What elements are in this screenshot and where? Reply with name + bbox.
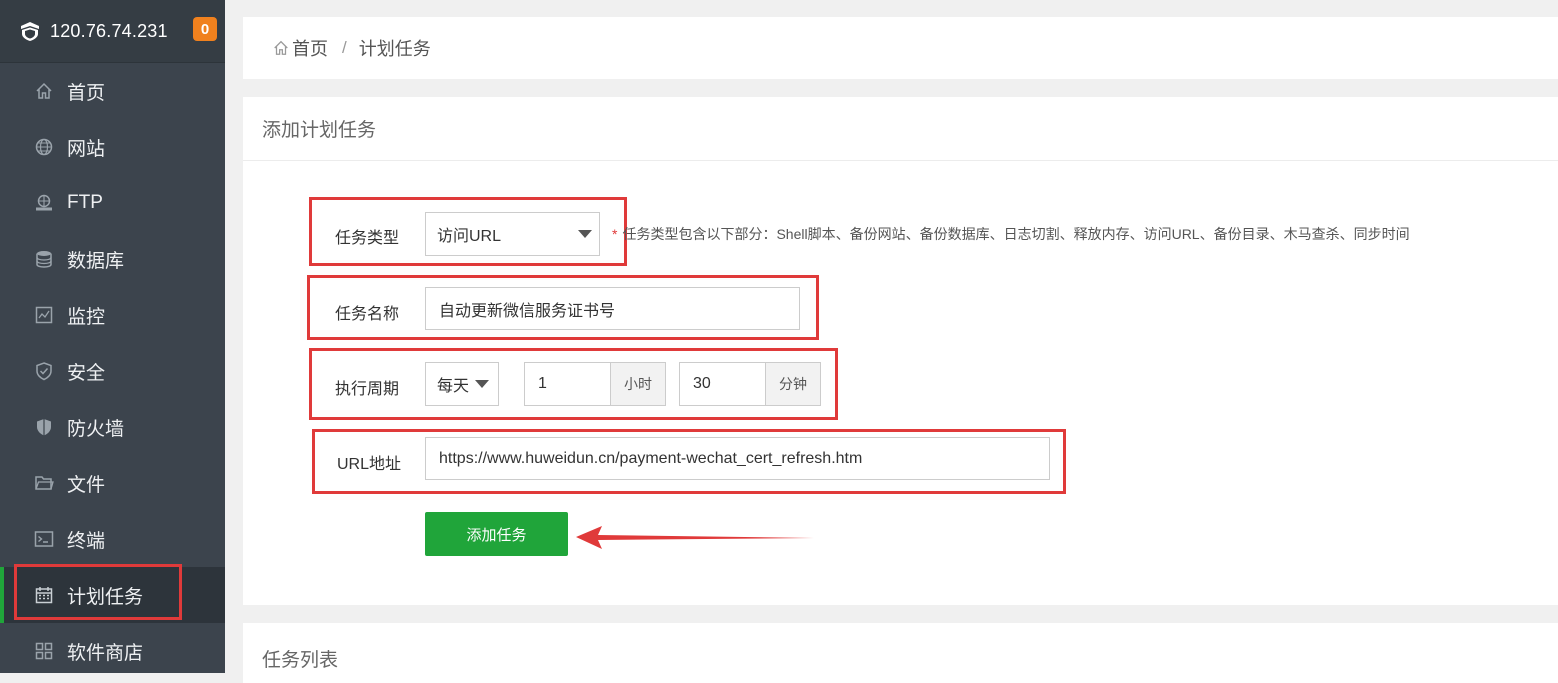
sidebar-item-firewall[interactable]: 防火墙	[0, 399, 225, 455]
sidebar-item-app-store[interactable]: 软件商店	[0, 623, 225, 679]
add-task-button[interactable]: 添加任务	[425, 512, 568, 556]
url-input[interactable]: https://www.huweidun.cn/payment-wechat_c…	[425, 437, 1050, 480]
notification-badge[interactable]: 0	[193, 17, 217, 41]
sidebar-item-label: 数据库	[67, 250, 125, 272]
chevron-down-icon	[475, 380, 489, 388]
firewall-shield-icon	[34, 417, 54, 437]
breadcrumb-current: 计划任务	[358, 39, 431, 59]
server-ip: 120.76.74.231	[50, 20, 168, 41]
panel-title: 添加计划任务	[243, 97, 1558, 161]
sidebar-item-home[interactable]: 首页	[0, 63, 225, 119]
breadcrumb: 首页 / 计划任务	[243, 17, 1558, 79]
server-header: 120.76.74.231 0	[0, 0, 225, 63]
sidebar-item-label: 防火墙	[67, 418, 125, 440]
apps-grid-icon	[34, 641, 54, 661]
period-freq-value: 每天	[437, 378, 470, 395]
monitor-icon	[34, 305, 54, 325]
shield-check-icon	[34, 361, 54, 381]
highlight-box-sidebar-cron	[14, 564, 182, 620]
sidebar-item-ftp[interactable]: FTP	[0, 175, 225, 231]
sidebar-item-label: 文件	[67, 474, 106, 496]
terminal-icon	[34, 529, 54, 549]
sidebar-item-label: 网站	[67, 138, 106, 160]
task-name-input[interactable]: 自动更新微信服务证书号	[425, 287, 800, 330]
sidebar-item-terminal[interactable]: 终端	[0, 511, 225, 567]
sidebar-item-database[interactable]: 数据库	[0, 231, 225, 287]
hour-input[interactable]: 1	[524, 362, 611, 406]
sidebar-item-label: 首页	[67, 82, 106, 104]
hour-unit: 小时	[611, 362, 666, 406]
sidebar-item-website[interactable]: 网站	[0, 119, 225, 175]
task-type-note: * 任务类型包含以下部分：Shell脚本、备份网站、备份数据库、日志切割、释放内存…	[612, 224, 1410, 244]
url-label: URL地址	[337, 456, 402, 473]
task-type-value: 访问URL	[437, 228, 502, 245]
task-type-select[interactable]: 访问URL	[425, 212, 600, 256]
folder-icon	[34, 473, 54, 493]
sidebar-item-label: FTP	[67, 192, 103, 213]
sidebar-item-monitor[interactable]: 监控	[0, 287, 225, 343]
minute-input[interactable]: 30	[679, 362, 766, 406]
sidebar-item-label: 终端	[67, 530, 106, 552]
chevron-down-icon	[578, 230, 592, 238]
home-icon	[272, 39, 290, 57]
sidebar-item-label: 软件商店	[67, 642, 144, 664]
sidebar-item-label: 监控	[67, 306, 106, 328]
sidebar-item-security[interactable]: 安全	[0, 343, 225, 399]
minute-unit: 分钟	[766, 362, 821, 406]
home-icon	[34, 81, 54, 101]
task-type-label: 任务类型	[335, 230, 400, 247]
breadcrumb-home-link[interactable]: 首页	[292, 35, 328, 61]
breadcrumb-separator: /	[342, 38, 347, 57]
period-label: 执行周期	[335, 381, 400, 398]
sidebar-item-label: 安全	[67, 362, 106, 384]
task-type-note-text: 任务类型包含以下部分：Shell脚本、备份网站、备份数据库、日志切割、释放内存、…	[622, 226, 1410, 242]
ftp-icon	[34, 193, 54, 213]
task-list-title: 任务列表	[262, 650, 339, 671]
sidebar-item-files[interactable]: 文件	[0, 455, 225, 511]
database-icon	[34, 249, 54, 269]
task-name-label: 任务名称	[335, 306, 400, 323]
globe-icon	[34, 137, 54, 157]
period-freq-select[interactable]: 每天	[425, 362, 499, 406]
server-logo-icon	[19, 20, 41, 42]
required-star: *	[612, 226, 618, 242]
task-list-panel: 任务列表	[243, 623, 1558, 683]
red-arrow-annotation	[576, 526, 814, 549]
